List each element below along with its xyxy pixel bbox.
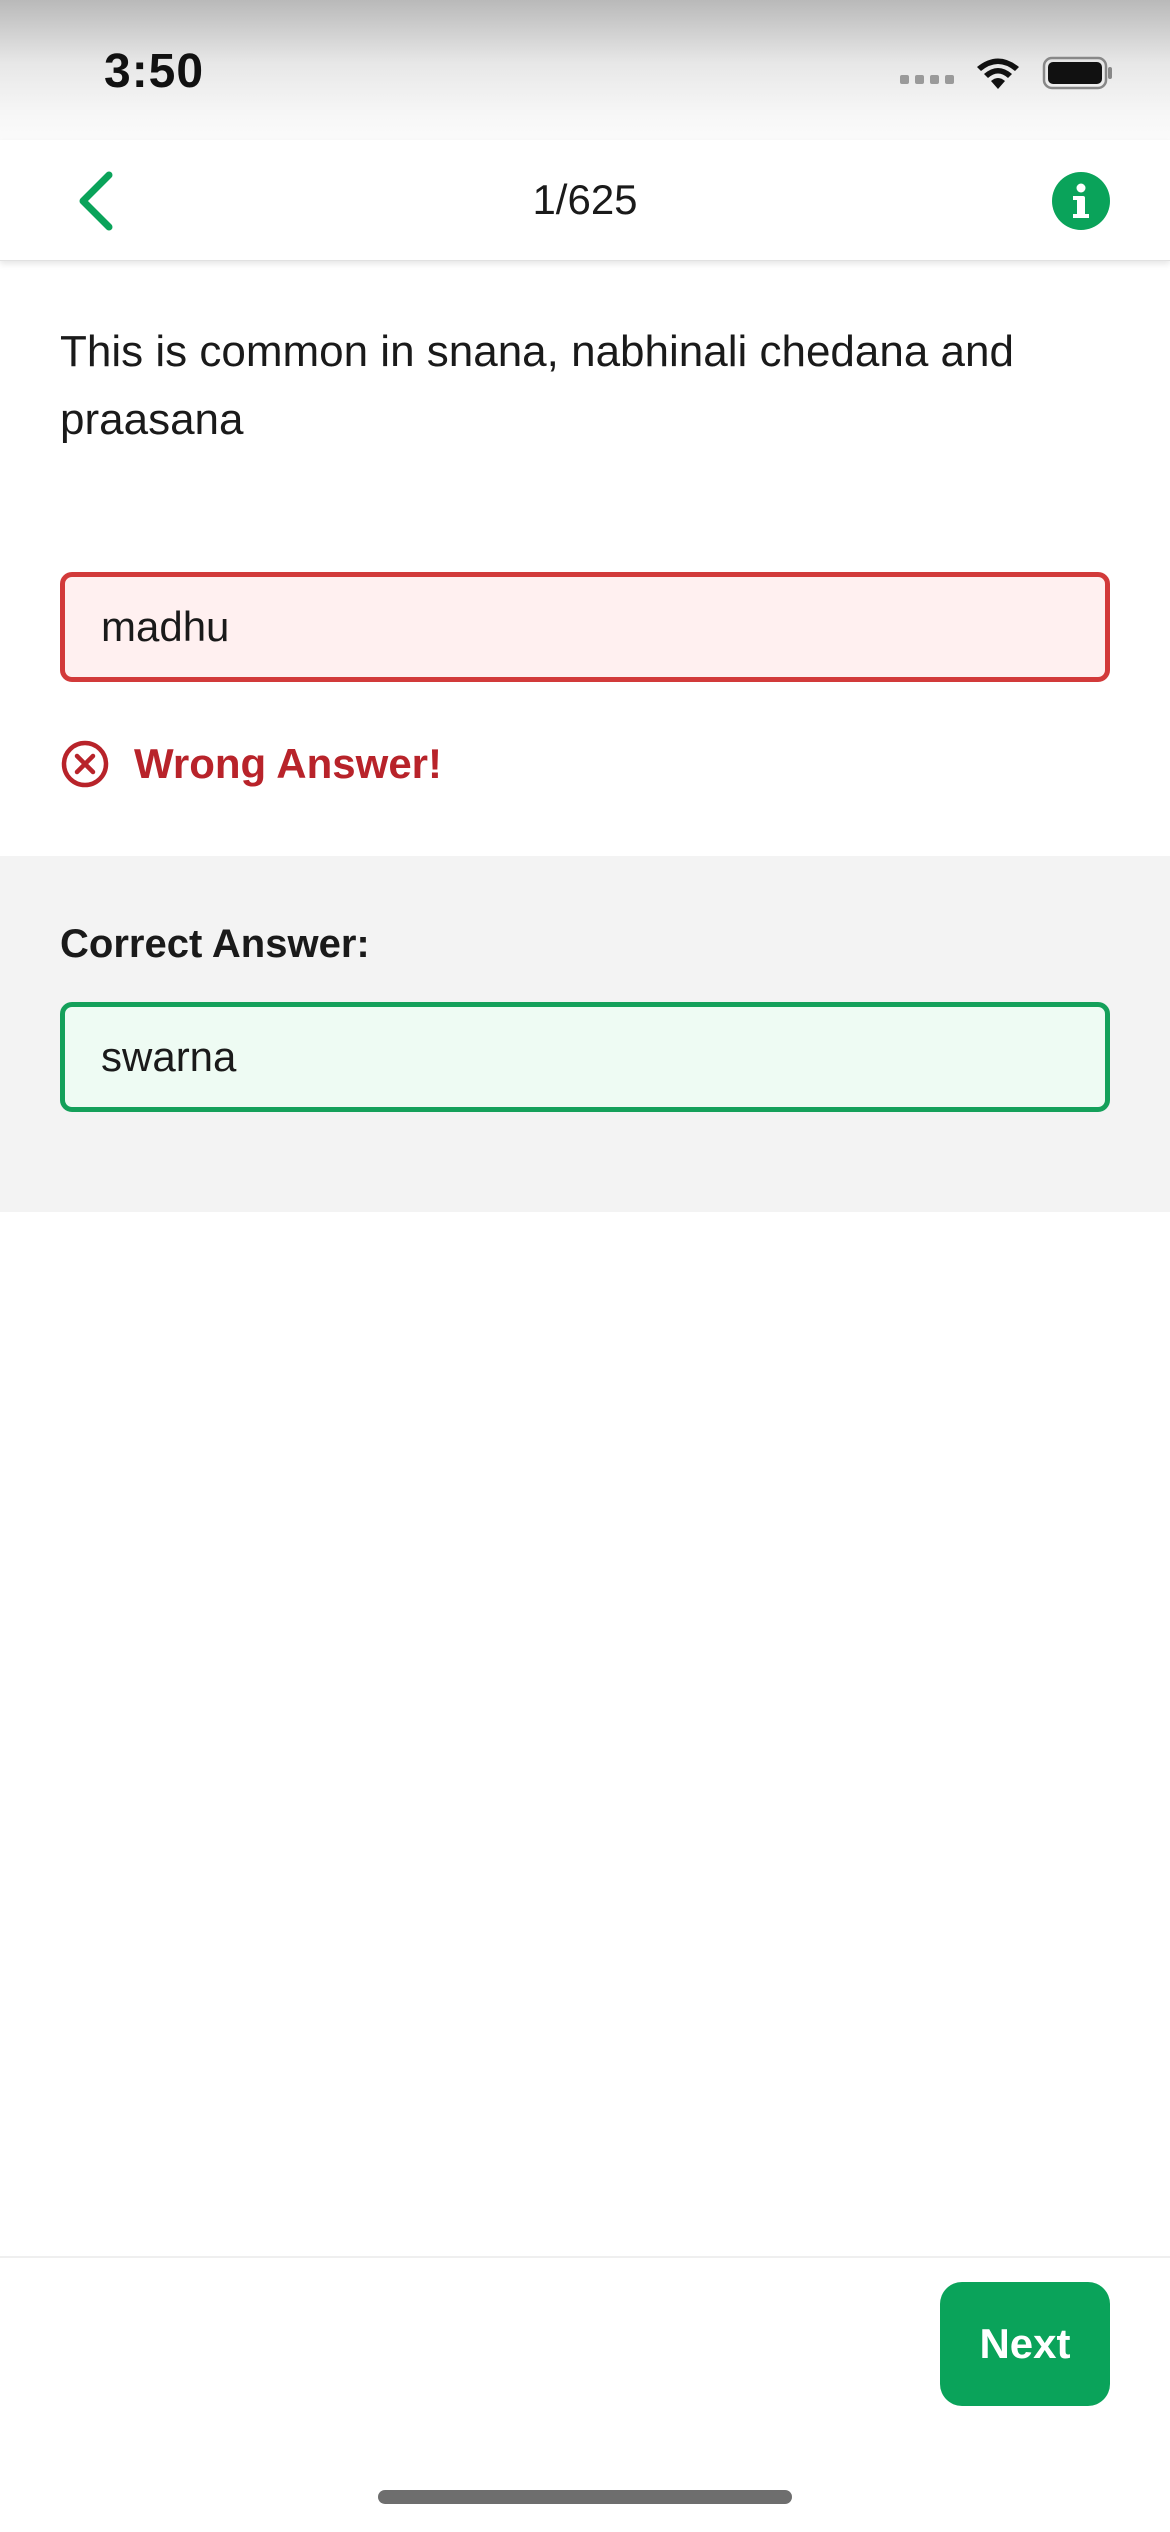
footer-divider [0, 2256, 1170, 2258]
info-button[interactable] [1052, 172, 1110, 230]
user-answer-value: madhu [101, 603, 230, 650]
info-icon [1073, 183, 1089, 218]
user-answer-field: madhu [60, 572, 1110, 682]
home-indicator [378, 2490, 792, 2504]
correct-answer-label: Correct Answer: [60, 922, 370, 966]
status-time: 3:50 [104, 45, 205, 98]
question-text: This is common in snana, nabhinali cheda… [60, 327, 1014, 444]
wrong-answer-feedback: Wrong Answer! [60, 736, 442, 792]
battery-icon [1042, 56, 1112, 90]
correct-answer-panel: Correct Answer: swarna [0, 856, 1170, 1212]
status-bar: 3:50 [0, 0, 1170, 140]
x-circle-icon [61, 740, 109, 788]
question-counter: 1/625 [532, 176, 638, 223]
status-icons [900, 48, 1114, 98]
next-button[interactable]: Next [940, 2282, 1110, 2406]
signal-icon [900, 74, 954, 84]
nav-bar: 1/625 [0, 140, 1170, 261]
correct-answer-field: swarna [60, 1002, 1110, 1112]
correct-answer-value: swarna [101, 1033, 237, 1080]
wifi-icon [977, 58, 1019, 89]
feedback-text: Wrong Answer! [134, 740, 443, 787]
